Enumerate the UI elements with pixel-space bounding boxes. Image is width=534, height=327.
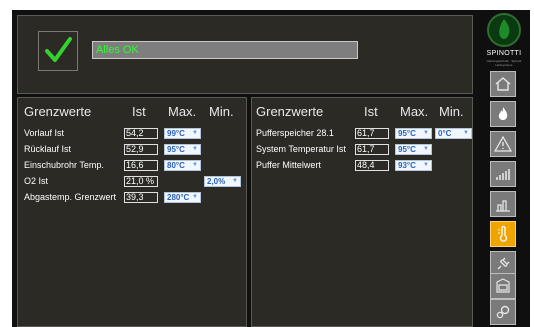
- nav-home-button[interactable]: [490, 71, 516, 97]
- max-select-einschubrohr[interactable]: 80°C ▼: [164, 160, 201, 171]
- column-chart-icon: [496, 200, 510, 212]
- column-max: Max.: [168, 104, 197, 119]
- row-label-pufferspeicher: Pufferspeicher 28.1: [256, 128, 334, 138]
- max-select-value: 80°C: [167, 161, 185, 170]
- ist-value-o2: 21,0 %: [124, 176, 158, 187]
- ist-value-vorlauf: 54,2: [124, 128, 158, 139]
- ist-value-system-temperatur: 61,7: [355, 144, 389, 155]
- plug-icon: [497, 257, 510, 270]
- status-panel: Alles OK: [17, 15, 473, 94]
- dropdown-arrow-icon: ▼: [423, 130, 429, 136]
- min-select-o2[interactable]: 2,0% ▼: [204, 176, 241, 187]
- column-ist: Ist: [364, 104, 378, 119]
- max-select-value: 93°C: [398, 161, 416, 170]
- max-select-pufferspeicher[interactable]: 95°C ▼: [395, 128, 432, 139]
- max-select-value: 280°C: [167, 193, 190, 202]
- dropdown-arrow-icon: ▼: [423, 162, 429, 168]
- dropdown-arrow-icon: ▼: [192, 146, 198, 152]
- ist-value-pufferspeicher: 61,7: [355, 128, 389, 139]
- status-check-button[interactable]: [38, 31, 78, 71]
- row-label-vorlauf: Vorlauf Ist: [24, 128, 65, 138]
- nav-statistics-button[interactable]: [490, 161, 516, 187]
- max-select-abgastemp[interactable]: 280°C ▼: [164, 192, 201, 203]
- home-icon: [495, 77, 511, 91]
- nav-thermometer-button[interactable]: [490, 221, 516, 247]
- leaf-flame-icon: [499, 19, 510, 39]
- nav-warning-button[interactable]: [490, 131, 516, 157]
- checkmark-icon: [45, 37, 72, 62]
- warning-icon: [494, 135, 512, 152]
- panel-title: Grenzwerte: [24, 104, 92, 119]
- ist-value-ruecklauf: 52,9: [124, 144, 158, 155]
- bar-chart-icon: [496, 169, 510, 180]
- min-select-pufferspeicher[interactable]: 0°C ▼: [435, 128, 472, 139]
- dropdown-arrow-icon: ▼: [192, 194, 198, 200]
- column-ist: Ist: [132, 104, 146, 119]
- nav-chart-button[interactable]: [490, 191, 516, 217]
- limits-panel-left: Grenzwerte Ist Max. Min. Vorlauf Ist 54,…: [17, 97, 247, 327]
- dropdown-arrow-icon: ▼: [423, 146, 429, 152]
- nav-flame-button[interactable]: [490, 101, 516, 127]
- dropdown-arrow-icon: ▼: [192, 162, 198, 168]
- max-select-value: 95°C: [398, 145, 416, 154]
- brand-tagline: Heizungstechnik · Spinotti Heizsysteme: [486, 59, 522, 67]
- ist-value-puffer-mittelwert: 48,4: [355, 160, 389, 171]
- column-min: Min.: [439, 104, 464, 119]
- dropdown-arrow-icon: ▼: [192, 130, 198, 136]
- dropdown-arrow-icon: ▼: [463, 130, 469, 136]
- max-select-value: 99°C: [167, 129, 185, 138]
- column-min: Min.: [209, 104, 234, 119]
- status-message: Alles OK: [92, 41, 358, 59]
- nav-settings-button[interactable]: [490, 299, 516, 325]
- column-max: Max.: [400, 104, 429, 119]
- brand-name: SPINOTTI: [486, 50, 522, 57]
- max-select-value: 95°C: [167, 145, 185, 154]
- max-select-ruecklauf[interactable]: 95°C ▼: [164, 144, 201, 155]
- min-select-value: 0°C: [438, 129, 452, 138]
- brand-logo: [487, 13, 521, 47]
- thermometer-icon: [498, 225, 508, 242]
- max-select-value: 95°C: [398, 129, 416, 138]
- dropdown-arrow-icon: ▼: [232, 178, 238, 184]
- limits-panel-right: Grenzwerte Ist Max. Min. Pufferspeicher …: [251, 97, 473, 327]
- row-label-einschubrohr: Einschubrohr Temp.: [24, 160, 104, 170]
- sidebar: SPINOTTI Heizungstechnik · Spinotti Heiz…: [478, 10, 530, 327]
- max-select-puffer-mittelwert[interactable]: 93°C ▼: [395, 160, 432, 171]
- max-select-vorlauf[interactable]: 99°C ▼: [164, 128, 201, 139]
- ist-value-abgastemp: 39,3: [124, 192, 158, 203]
- max-select-system-temperatur[interactable]: 95°C ▼: [395, 144, 432, 155]
- boiler-icon: [496, 278, 510, 293]
- ist-value-einschubrohr: 16,6: [124, 160, 158, 171]
- min-select-value: 2,0%: [207, 177, 226, 186]
- row-label-abgastemp: Abgastemp. Grenzwert: [24, 192, 117, 202]
- gears-icon: [496, 305, 510, 319]
- row-label-o2: O2 Ist: [24, 176, 49, 186]
- row-label-ruecklauf: Rücklauf Ist: [24, 144, 72, 154]
- panel-title: Grenzwerte: [256, 104, 324, 119]
- row-label-puffer-mittelwert: Puffer Mittelwert: [256, 160, 321, 170]
- row-label-system-temperatur: System Temperatur Ist: [256, 144, 346, 154]
- flame-icon: [498, 107, 508, 120]
- nav-boiler-button[interactable]: [490, 273, 516, 299]
